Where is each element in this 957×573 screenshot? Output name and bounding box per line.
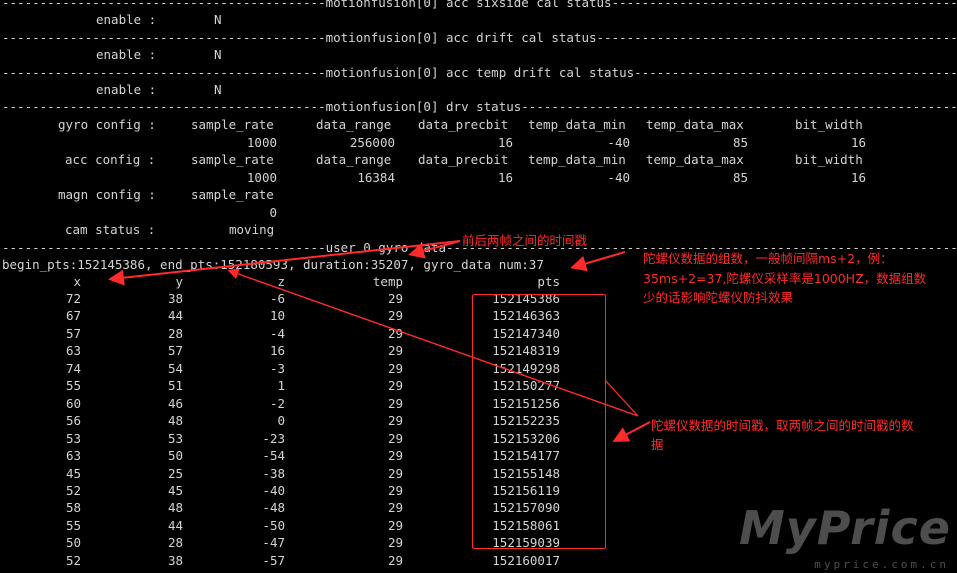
gyro-time-annotation-line2: 据 xyxy=(651,437,664,452)
frame-time-annotation: 前后两帧之间的时间戳 xyxy=(462,233,588,248)
watermark-logo: MyPrice xyxy=(739,501,951,555)
gyro-count-annotation-line1: 陀螺仪数据的组数，一般帧间隔ms+2，例： xyxy=(643,251,893,266)
gyro-count-annotation-line2: 35ms+2=37,陀螺仪采样率是1000HZ，数据组数 xyxy=(643,271,927,286)
gyro-count-annotation-line3: 少的话影响陀螺仪防抖效果 xyxy=(643,290,794,305)
watermark-url: myprice.com.cn xyxy=(814,558,949,571)
gyro-time-annotation-line1: 陀螺仪数据的时间戳，取两帧之间的时间戳的数 xyxy=(651,418,914,433)
